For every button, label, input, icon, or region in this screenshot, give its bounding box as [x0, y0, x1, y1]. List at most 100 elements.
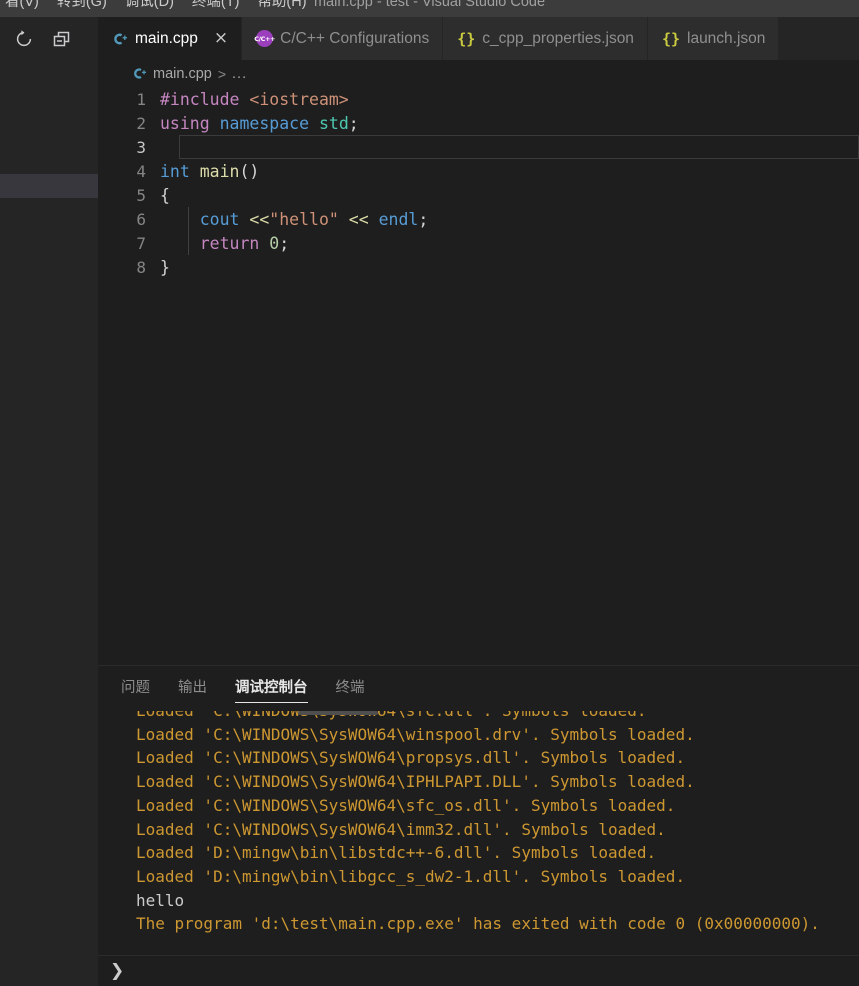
line-number: 7 [136, 233, 146, 253]
code-token: #include [160, 89, 250, 109]
code-token: std [318, 113, 349, 133]
code-token: 0 [269, 233, 280, 253]
code-line[interactable]: 4 int main() [98, 159, 859, 183]
line-number: 3 [136, 137, 146, 157]
tab-launch-json[interactable]: {} launch.json [647, 17, 780, 60]
sidebar-strip [0, 17, 98, 986]
debug-console-input[interactable]: ❯ [98, 955, 859, 986]
code-text: return 0; [160, 234, 289, 253]
sidebar-selected-row[interactable] [0, 174, 98, 198]
code-lines: 1 #include <iostream> 2 using namespace std… [98, 87, 859, 279]
code-text: using namespace std; [160, 114, 359, 133]
console-line: The program 'd:\test\main.cpp.exe' has e… [136, 914, 820, 934]
chevron-right-icon: ❯ [110, 961, 125, 981]
console-line: Loaded 'C:\WINDOWS\SysWOW64\IPHLPAPI.DLL… [136, 772, 695, 792]
code-token: namespace [219, 113, 319, 133]
console-lines: Loaded 'C:\WINDOWS\SysWOW64\sfc.dll'. Sy… [136, 711, 859, 936]
panel-tab-bar: 问题 输出 调试控制台 终端 [98, 666, 859, 711]
code-token: "hello" [269, 209, 339, 229]
tab-label: main.cpp [135, 29, 198, 47]
cpp-config-icon: C/C++ [254, 30, 275, 47]
code-line[interactable]: 3 [98, 135, 859, 159]
code-line[interactable]: 8} [98, 255, 859, 279]
title-bar: 看(V) 转到(G) 调试(D) 终端(T) 帮助(H) main.cpp - … [0, 0, 859, 17]
json-file-icon: {} [457, 29, 476, 48]
code-token: } [160, 257, 170, 277]
close-icon[interactable]: × [214, 30, 228, 47]
code-token: return [199, 233, 270, 253]
tab-label: c_cpp_properties.json [482, 29, 634, 47]
code-token: () [239, 161, 260, 181]
code-token: << [249, 209, 270, 229]
code-token: using [160, 113, 220, 133]
panel-tab-problems[interactable]: 问题 [121, 666, 150, 711]
code-line[interactable]: 6 cout <<"hello" << endl; [98, 207, 859, 231]
cpp-file-icon [112, 31, 128, 47]
code-token: << [348, 209, 369, 229]
code-text: } [160, 258, 170, 277]
panel-tab-output[interactable]: 输出 [178, 666, 207, 711]
window-title: main.cpp - test - Visual Studio Code [313, 0, 546, 10]
line-number: 2 [136, 113, 146, 133]
code-token: { [160, 185, 170, 205]
breadcrumb-more[interactable]: ... [232, 66, 247, 82]
tab-label: C/C++ Configurations [280, 29, 430, 47]
console-line: Loaded 'C:\WINDOWS\SysWOW64\sfc.dll'. Sy… [136, 711, 859, 723]
restart-icon[interactable] [13, 28, 35, 50]
code-text: #include <iostream> [160, 90, 349, 109]
json-file-icon: {} [661, 29, 680, 48]
code-line[interactable]: 7 return 0; [98, 231, 859, 255]
console-line: Loaded 'D:\mingw\bin\libstdc++-6.dll'. S… [136, 843, 657, 863]
indent-guide [188, 231, 189, 255]
code-text: { [160, 186, 170, 205]
console-line: Loaded 'C:\WINDOWS\SysWOW64\propsys.dll'… [136, 748, 686, 768]
line-number: 8 [136, 257, 146, 277]
code-line[interactable]: 2 using namespace std; [98, 111, 859, 135]
vscode-window: 看(V) 转到(G) 调试(D) 终端(T) 帮助(H) main.cpp - … [0, 0, 859, 986]
console-line: Loaded 'C:\WINDOWS\SysWOW64\winspool.drv… [136, 724, 695, 744]
cpp-file-icon [131, 66, 147, 82]
code-text: int main() [160, 162, 259, 181]
debug-toolbar [0, 17, 98, 60]
line-number: 5 [136, 185, 146, 205]
tab-label: launch.json [687, 29, 766, 47]
code-editor[interactable]: 1 #include <iostream> 2 using namespace std… [98, 87, 859, 665]
code-line[interactable]: 1 #include <iostream> [98, 87, 859, 111]
active-line-highlight [179, 135, 859, 159]
code-token: int [160, 161, 200, 181]
scrollbar-handle[interactable] [298, 711, 378, 715]
bottom-panel: 问题 输出 调试控制台 终端 Loaded 'C:\WINDOWS\SysWOW… [98, 665, 859, 986]
console-line: Loaded 'D:\mingw\bin\libgcc_s_dw2-1.dll'… [136, 866, 686, 886]
tab-c-cpp-properties-json[interactable]: {} c_cpp_properties.json [443, 17, 648, 60]
code-token: ; [348, 113, 359, 133]
line-number: 1 [136, 89, 146, 109]
panel-tab-debug-console[interactable]: 调试控制台 [235, 666, 308, 711]
console-line: hello [136, 890, 185, 910]
code-token: endl [378, 209, 419, 229]
editor-tab-bar: main.cpp × C/C++ C/C++ Configurations {}… [98, 17, 859, 60]
code-text: cout <<"hello" << endl; [160, 209, 429, 229]
console-line: Loaded 'C:\WINDOWS\SysWOW64\sfc_os.dll'.… [136, 795, 676, 815]
console-line: Loaded 'C:\WINDOWS\SysWOW64\imm32.dll'. … [136, 819, 666, 839]
code-token: main [199, 161, 240, 181]
debug-console-output[interactable]: Loaded 'C:\WINDOWS\SysWOW64\sfc.dll'. Sy… [98, 711, 859, 941]
code-token: cout [199, 209, 250, 229]
code-token: <iostream> [249, 89, 349, 109]
copy-window-icon[interactable] [51, 28, 73, 50]
breadcrumb-file[interactable]: main.cpp [153, 66, 212, 82]
tab-main-cpp[interactable]: main.cpp × [98, 17, 243, 60]
line-number: 4 [136, 161, 146, 181]
line-number: 6 [136, 209, 146, 229]
code-token: ; [279, 233, 290, 253]
tab-cpp-configurations[interactable]: C/C++ C/C++ Configurations [242, 17, 444, 60]
code-token: ; [418, 209, 429, 229]
chevron-right-icon: > [217, 65, 227, 82]
panel-tab-terminal[interactable]: 终端 [336, 666, 365, 711]
code-line[interactable]: 5{ [98, 183, 859, 207]
breadcrumb: main.cpp > ... [98, 60, 859, 87]
indent-guide [188, 207, 189, 231]
